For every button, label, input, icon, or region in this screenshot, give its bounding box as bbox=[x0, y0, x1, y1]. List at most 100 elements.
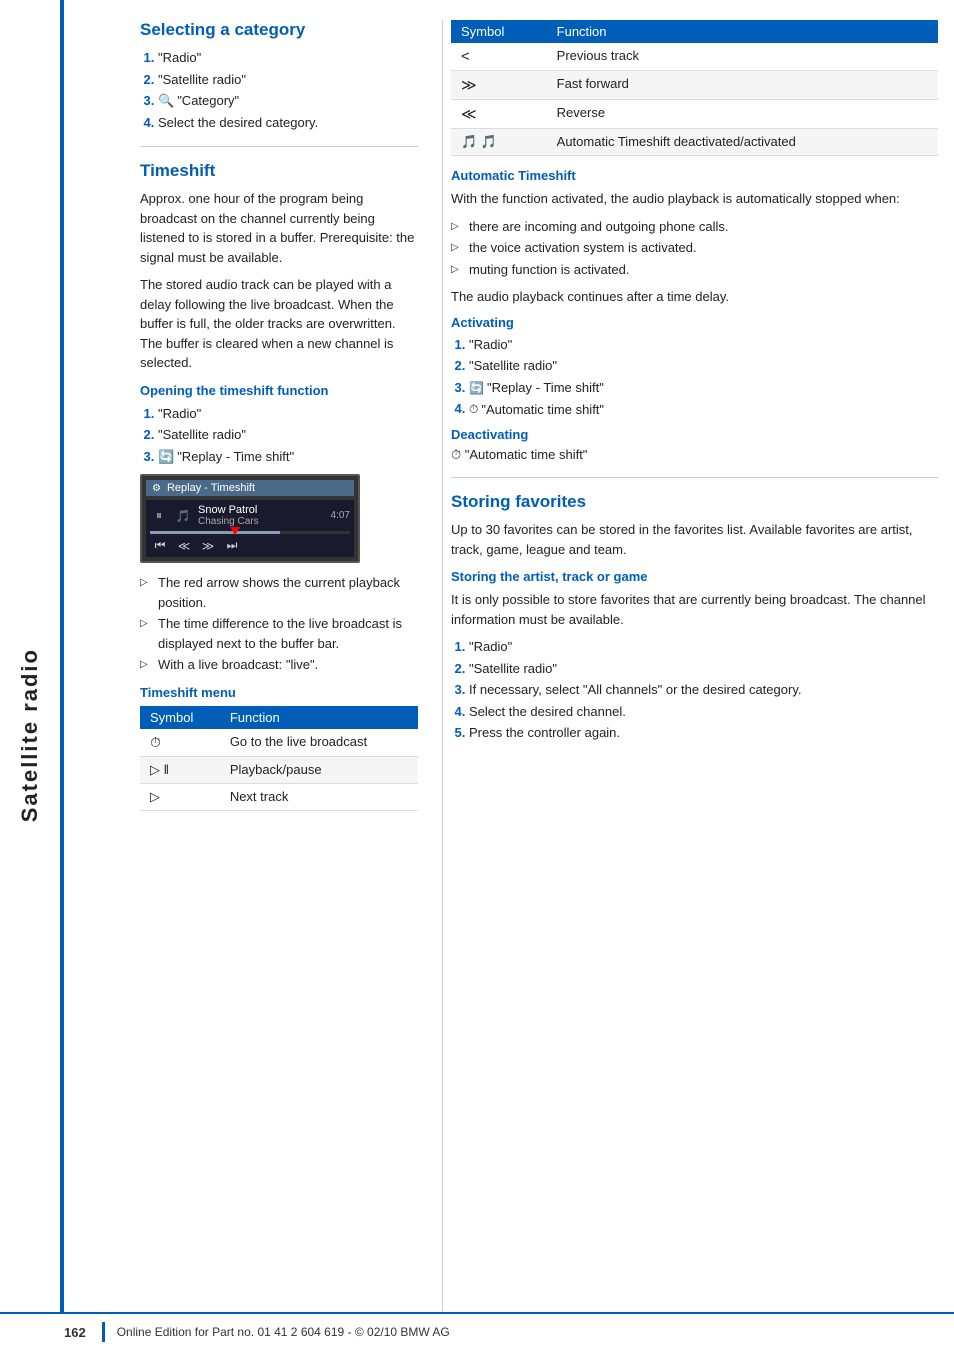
timeshift-menu-title: Timeshift menu bbox=[140, 685, 418, 700]
divider-1 bbox=[140, 146, 418, 147]
ts-menu-func-col: Function bbox=[220, 706, 418, 729]
blue-border-line bbox=[60, 0, 64, 1350]
deact-text: "Automatic time shift" bbox=[465, 447, 588, 462]
sym-col-header: Symbol bbox=[451, 20, 547, 43]
act-auto-icon: ⏱ bbox=[469, 400, 478, 418]
selecting-category-steps: "Radio" "Satellite radio" 🔍"Category" Se… bbox=[158, 48, 418, 132]
sym-row4-sym: 🎵 🎵 bbox=[451, 129, 547, 156]
left-column: Selecting a category "Radio" "Satellite … bbox=[124, 20, 434, 1330]
timeshift-title: Timeshift bbox=[140, 161, 418, 181]
ts-row1-func: Go to the live broadcast bbox=[220, 729, 418, 757]
store-step-2: "Satellite radio" bbox=[469, 659, 938, 679]
auto-timeshift-bullets: there are incoming and outgoing phone ca… bbox=[451, 217, 938, 280]
sym-row2-sym: ≫ bbox=[451, 71, 547, 100]
table-row: ≪ Reverse bbox=[451, 100, 938, 129]
storing-artist-body: It is only possible to store favorites t… bbox=[451, 590, 938, 629]
sym-row1-func: Previous track bbox=[547, 43, 938, 71]
step-3: 🔍"Category" bbox=[158, 91, 418, 111]
page-number: 162 bbox=[64, 1325, 86, 1340]
storing-favorites-body: Up to 30 favorites can be stored in the … bbox=[451, 520, 938, 559]
table-row: ⏱ Go to the live broadcast bbox=[140, 729, 418, 757]
sym-row3-sym: ≪ bbox=[451, 100, 547, 129]
ts-track-sub: Chasing Cars bbox=[198, 516, 325, 527]
store-step-4: Select the desired channel. bbox=[469, 702, 938, 722]
store-step-5: Press the controller again. bbox=[469, 723, 938, 743]
opening-timeshift-title: Opening the timeshift function bbox=[140, 383, 418, 398]
ts-fastfwd: ≫ bbox=[198, 539, 218, 553]
deactivating-title: Deactivating bbox=[451, 427, 938, 442]
act-replay-icon: 🔄 bbox=[469, 379, 484, 397]
func-col-header: Function bbox=[547, 20, 938, 43]
sym-row4-func: Automatic Timeshift deactivated/activate… bbox=[547, 129, 938, 156]
auto-bullet-2: the voice activation system is activated… bbox=[451, 238, 938, 258]
storing-artist-title: Storing the artist, track or game bbox=[451, 569, 938, 584]
act-step-1: "Radio" bbox=[469, 335, 938, 355]
ts-time: 4:07 bbox=[331, 510, 350, 521]
step-2: "Satellite radio" bbox=[158, 70, 418, 90]
symbol-table: Symbol Function < Previous track ≫ Fast … bbox=[451, 20, 938, 156]
ts-pause-row: ⏸ 🎵 Snow Patrol Chasing Cars 4:07 bbox=[150, 504, 350, 527]
ts-bullet-3: With a live broadcast: "live". bbox=[140, 655, 418, 675]
timeshift-body1: Approx. one hour of the program being br… bbox=[140, 189, 418, 267]
ts-row3-func: Next track bbox=[220, 783, 418, 810]
sidebar: Satellite radio bbox=[0, 0, 60, 1350]
auto-bullet-1: there are incoming and outgoing phone ca… bbox=[451, 217, 938, 237]
ts-title-icon: ⚙ bbox=[152, 483, 161, 494]
timeshift-screenshot: ⚙ Replay - Timeshift ⏸ 🎵 Snow Patrol Cha… bbox=[140, 474, 360, 563]
ts-rewind: ≪ bbox=[174, 539, 194, 553]
deactivating-section: ⏱ "Automatic time shift" bbox=[451, 447, 938, 463]
store-step-1: "Radio" bbox=[469, 637, 938, 657]
ts-bullet-2: The time difference to the live broadcas… bbox=[140, 614, 418, 653]
category-icon: 🔍 bbox=[158, 91, 174, 111]
ts-row2-sym: ▷ ‖ bbox=[140, 756, 220, 783]
ts-buffer-fill bbox=[150, 531, 280, 534]
table-row: ▷ ‖ Playback/pause bbox=[140, 756, 418, 783]
sym-row1-sym: < bbox=[451, 43, 547, 71]
activating-title: Activating bbox=[451, 315, 938, 330]
replay-icon: 🔄 bbox=[158, 447, 174, 467]
timeshift-menu-table: Symbol Function ⏱ Go to the live broadca… bbox=[140, 706, 418, 811]
divider-2 bbox=[451, 477, 938, 478]
activating-steps: "Radio" "Satellite radio" 🔄"Replay - Tim… bbox=[469, 335, 938, 420]
table-row: ≫ Fast forward bbox=[451, 71, 938, 100]
open-step-3: 🔄"Replay - Time shift" bbox=[158, 447, 418, 467]
ts-music-icon: 🎵 bbox=[174, 509, 192, 523]
act-step-2: "Satellite radio" bbox=[469, 356, 938, 376]
auto-timeshift-title: Automatic Timeshift bbox=[451, 168, 938, 183]
sym-row2-func: Fast forward bbox=[547, 71, 938, 100]
opening-timeshift-steps: "Radio" "Satellite radio" 🔄"Replay - Tim… bbox=[158, 404, 418, 467]
table-row: ▷ Next track bbox=[140, 783, 418, 810]
ts-body: ⏸ 🎵 Snow Patrol Chasing Cars 4:07 ⏮ bbox=[146, 500, 354, 557]
right-column: Symbol Function < Previous track ≫ Fast … bbox=[442, 20, 954, 1330]
sym-row3-func: Reverse bbox=[547, 100, 938, 129]
ts-row1-sym: ⏱ bbox=[140, 729, 220, 757]
table-row: < Previous track bbox=[451, 43, 938, 71]
sidebar-label: Satellite radio bbox=[17, 648, 43, 822]
ts-skip-back: ⏮ bbox=[150, 538, 170, 553]
ts-pause-icon: ⏸ bbox=[150, 508, 168, 523]
auto-timeshift-body: With the function activated, the audio p… bbox=[451, 189, 938, 209]
selecting-category-title: Selecting a category bbox=[140, 20, 418, 40]
auto-bullet-3: muting function is activated. bbox=[451, 260, 938, 280]
act-step-3: 🔄"Replay - Time shift" bbox=[469, 378, 938, 398]
storing-favorites-title: Storing favorites bbox=[451, 492, 938, 512]
ts-track-info: Snow Patrol Chasing Cars bbox=[198, 504, 325, 527]
timeshift-bullets: The red arrow shows the current playback… bbox=[140, 573, 418, 675]
store-step-3: If necessary, select "All channels" or t… bbox=[469, 680, 938, 700]
ts-bullet-1: The red arrow shows the current playback… bbox=[140, 573, 418, 612]
storing-artist-steps: "Radio" "Satellite radio" If necessary, … bbox=[469, 637, 938, 743]
ts-skip-fwd: ⏭ bbox=[222, 538, 242, 553]
auto-timeshift-body2: The audio playback continues after a tim… bbox=[451, 287, 938, 307]
timeshift-body2: The stored audio track can be played wit… bbox=[140, 275, 418, 373]
ts-track-title: Snow Patrol bbox=[198, 504, 325, 516]
open-step-1: "Radio" bbox=[158, 404, 418, 424]
ts-ctrl-row: ⏮ ≪ ≫ ⏭ bbox=[150, 538, 350, 553]
ts-buffer-bar bbox=[150, 531, 350, 534]
step-1: "Radio" bbox=[158, 48, 418, 68]
ts-menu-sym-col: Symbol bbox=[140, 706, 220, 729]
step-4: Select the desired category. bbox=[158, 113, 418, 133]
ts-row2-func: Playback/pause bbox=[220, 756, 418, 783]
deact-icon: ⏱ bbox=[451, 447, 461, 462]
act-step-4: ⏱"Automatic time shift" bbox=[469, 399, 938, 419]
main-content: Selecting a category "Radio" "Satellite … bbox=[124, 0, 954, 1350]
